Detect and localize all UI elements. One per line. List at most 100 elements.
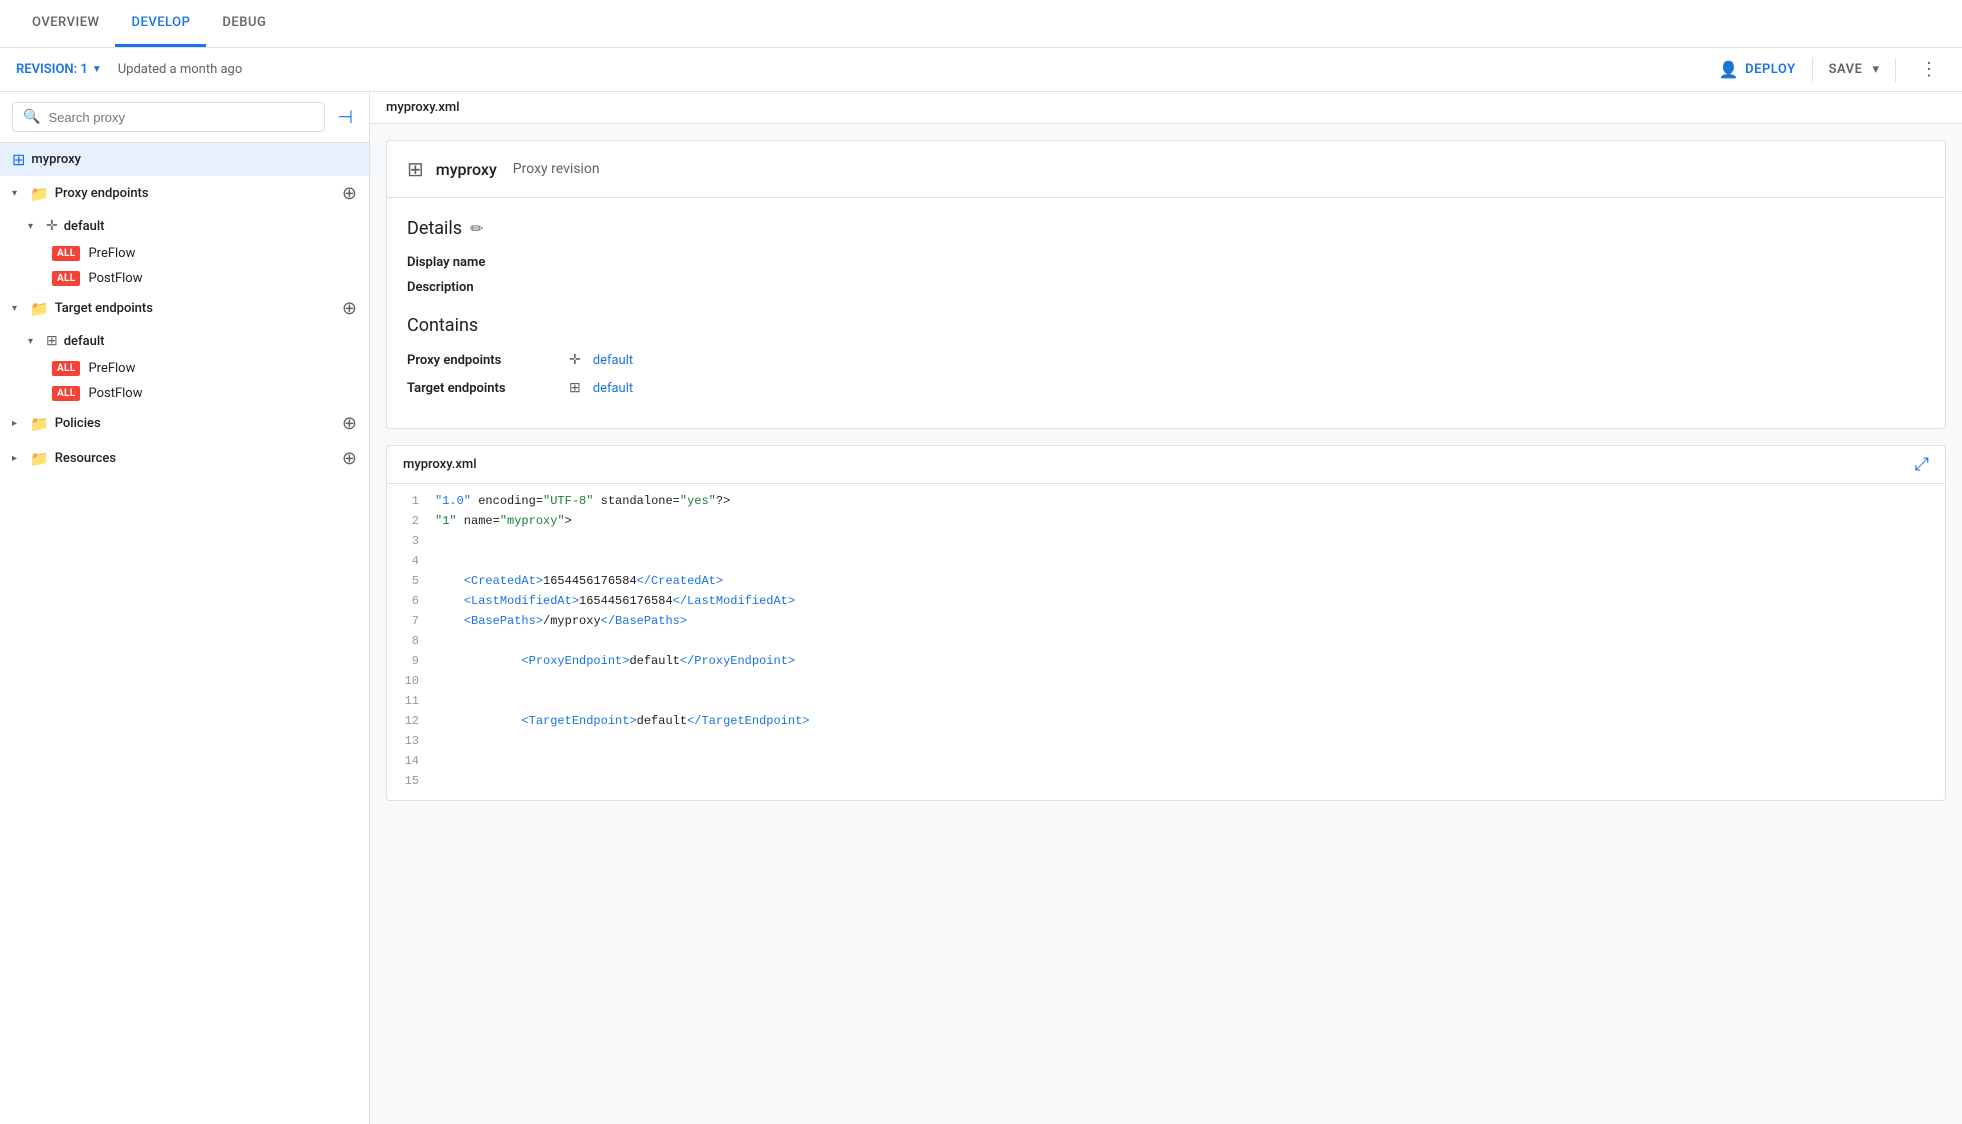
code-line: 8 [387,632,1945,652]
code-line: 3 [387,532,1945,552]
contains-section: Contains Proxy endpoints ✛ default Targe… [407,315,1925,396]
target-endpoints-default-link[interactable]: default [593,381,633,396]
top-nav: OVERVIEW DEVELOP DEBUG [0,0,1962,48]
display-name-label: Display name [407,255,537,270]
line-number: 9 [387,654,435,668]
resources-section[interactable]: ▸ 📁 Resources ⊕ [0,441,369,476]
all-badge: ALL [52,361,80,376]
code-line: 2"1" name="myproxy"> [387,512,1945,532]
code-line: 15 [387,772,1945,792]
line-number: 12 [387,714,435,728]
preflow-label: PreFlow [88,246,135,261]
target-endpoints-row: Target endpoints ⊞ default [407,380,1925,396]
add-target-endpoint-button[interactable]: ⊕ [342,298,357,319]
chevron-right-icon: ▸ [12,418,24,429]
tab-overview[interactable]: OVERVIEW [16,1,115,47]
search-input[interactable] [48,110,314,125]
line-number: 5 [387,574,435,588]
target-endpoints-section[interactable]: ▾ 📁 Target endpoints ⊕ [0,291,369,326]
line-number: 8 [387,634,435,648]
revision-actions: 👤 DEPLOY SAVE ▾ ⋮ [1719,55,1946,84]
line-content: <LastModifiedAt>1654456176584</LastModif… [435,594,1945,608]
code-line: 10 [387,672,1945,692]
proxy-endpoints-section[interactable]: ▾ 📁 Proxy endpoints ⊕ [0,176,369,211]
line-number: 7 [387,614,435,628]
line-number: 11 [387,694,435,708]
save-label: SAVE [1829,62,1863,77]
details-section-title: Details ✏ [407,218,1925,239]
code-line: 4 [387,552,1945,572]
proxy-endpoints-label: Proxy endpoints [55,186,336,201]
all-badge: ALL [52,246,80,261]
target-postflow-item[interactable]: ALL PostFlow [0,381,369,406]
postflow-label: PostFlow [88,271,142,286]
file-tab-label: myproxy.xml [386,100,460,115]
sidebar-header: 🔍 ⊣ [0,92,369,143]
line-content [435,734,1945,748]
policies-section[interactable]: ▸ 📁 Policies ⊕ [0,406,369,441]
proxy-grid-icon: ⊞ [407,157,424,181]
policies-label: Policies [55,416,336,431]
edit-icon[interactable]: ✏ [470,219,483,238]
line-content: "1" name="myproxy"> [435,514,1945,528]
code-line: 1"1.0" encoding="UTF-8" standalone="yes"… [387,492,1945,512]
contains-title: Contains [407,315,1925,336]
chevron-down-icon-save[interactable]: ▾ [1872,62,1879,77]
code-editor: 1"1.0" encoding="UTF-8" standalone="yes"… [387,484,1945,800]
line-content: <ProxyEndpoint>default</ProxyEndpoint> [435,654,1945,668]
line-content: <TargetEndpoint>default</TargetEndpoint> [435,714,1945,728]
chevron-down-icon: ▾ [28,336,40,347]
proxy-card-name: myproxy [436,160,497,179]
tab-develop[interactable]: DEVELOP [115,1,206,47]
more-options-button[interactable]: ⋮ [1912,55,1946,84]
line-number: 13 [387,734,435,748]
add-proxy-endpoint-button[interactable]: ⊕ [342,183,357,204]
display-name-row: Display name [407,255,1925,270]
search-box[interactable]: 🔍 [12,102,325,132]
add-policy-button[interactable]: ⊕ [342,413,357,434]
target-default-label: default [64,334,105,349]
sidebar-item-proxy-default[interactable]: ▾ ✛ default [0,211,369,241]
line-number: 10 [387,674,435,688]
save-button[interactable]: SAVE [1829,62,1863,77]
code-line: 14 [387,752,1945,772]
target-preflow-item[interactable]: ALL PreFlow [0,356,369,381]
line-number: 1 [387,494,435,508]
line-content [435,694,1945,708]
chevron-down-icon: ▼ [92,64,102,75]
chevron-right-icon: ▸ [12,453,24,464]
search-icon: 🔍 [23,109,40,125]
proxy-preflow-item[interactable]: ALL PreFlow [0,241,369,266]
folder-icon: 📁 [30,185,49,203]
code-line: 13 [387,732,1945,752]
deploy-icon: 👤 [1719,60,1739,79]
target-preflow-label: PreFlow [88,361,135,376]
deploy-button[interactable]: 👤 DEPLOY [1719,60,1796,79]
all-badge: ALL [52,271,80,286]
add-resource-button[interactable]: ⊕ [342,448,357,469]
proxy-postflow-item[interactable]: ALL PostFlow [0,266,369,291]
sidebar-item-target-default[interactable]: ▾ ⊞ default [0,326,369,356]
code-line: 11 [387,692,1945,712]
proxy-default-label: default [64,219,105,234]
code-line: 12 <TargetEndpoint>default</TargetEndpoi… [387,712,1945,732]
line-number: 3 [387,534,435,548]
proxy-endpoints-default-link[interactable]: default [593,353,633,368]
collapse-sidebar-button[interactable]: ⊣ [333,103,357,132]
code-line: 5 <CreatedAt>1654456176584</CreatedAt> [387,572,1945,592]
content-area: myproxy.xml ⊞ myproxy Proxy revision Det… [370,92,1962,1124]
line-number: 14 [387,754,435,768]
description-row: Description [407,280,1925,295]
line-number: 4 [387,554,435,568]
line-content: <CreatedAt>1654456176584</CreatedAt> [435,574,1945,588]
sidebar: 🔍 ⊣ ⊞ myproxy ▾ 📁 Proxy endpoints ⊕ ▾ ✛ … [0,92,370,1124]
main-layout: 🔍 ⊣ ⊞ myproxy ▾ 📁 Proxy endpoints ⊕ ▾ ✛ … [0,92,1962,1124]
expand-code-button[interactable]: ⤢ [1915,454,1929,475]
code-title: myproxy.xml [403,457,1915,472]
folder-icon: 📁 [30,300,49,318]
tab-debug[interactable]: DEBUG [206,1,282,47]
revision-selector[interactable]: REVISION: 1 ▼ [16,62,102,77]
revision-label: REVISION: 1 [16,62,88,77]
code-line: 7 <BasePaths>/myproxy</BasePaths> [387,612,1945,632]
sidebar-item-myproxy[interactable]: ⊞ myproxy [0,143,369,176]
